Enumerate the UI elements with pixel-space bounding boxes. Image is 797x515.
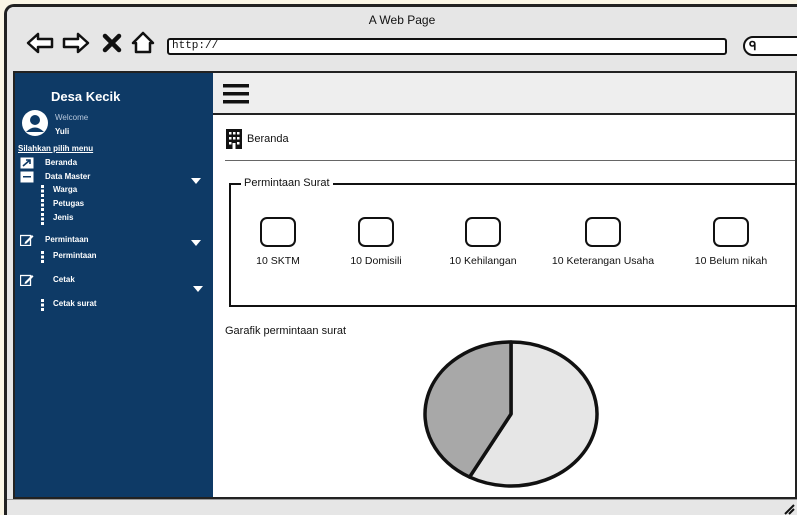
edit-icon — [19, 233, 34, 247]
username: Yuli — [55, 127, 70, 136]
sidebar-item-petugas[interactable]: Petugas — [53, 199, 84, 208]
dots-icon — [41, 250, 45, 263]
panel-title: Permintaan Surat — [241, 177, 333, 189]
sidebar-item-warga[interactable]: Warga — [53, 185, 77, 194]
stat-label: 10 Belum nikah — [694, 255, 768, 267]
search-field[interactable]: ᑫ — [743, 36, 797, 56]
stat-icon — [713, 217, 749, 247]
stat-card-keterangan-usaha[interactable]: 10 Keterangan Usaha — [535, 217, 671, 267]
resize-handle-icon[interactable] — [783, 501, 795, 515]
chevron-down-icon[interactable] — [190, 234, 202, 246]
stat-icon — [358, 217, 394, 247]
welcome-text: Welcome — [55, 113, 89, 122]
sidebar-item-cetak-group[interactable]: Cetak — [53, 275, 75, 284]
forward-icon[interactable] — [61, 29, 91, 57]
sidebar-item-beranda[interactable]: Beranda — [45, 158, 77, 167]
back-icon[interactable] — [25, 29, 55, 57]
building-icon — [225, 129, 243, 149]
home-icon[interactable] — [129, 29, 157, 57]
avatar-icon — [20, 108, 50, 138]
browser-statusbar — [7, 499, 797, 515]
chevron-down-icon[interactable] — [192, 280, 204, 292]
search-icon: ᑫ — [749, 39, 757, 53]
brand-name: Desa Kecik — [51, 89, 121, 104]
sidebar-item-cetak-surat[interactable]: Cetak surat — [53, 299, 97, 308]
browser-window: A Web Page http:// ᑫ Desa Kecik Welcome … — [4, 4, 797, 515]
sidebar: Desa Kecik Welcome Yuli Silahkan pilih m… — [15, 73, 213, 497]
stat-icon — [260, 217, 296, 247]
sidebar-item-permintaan-group[interactable]: Permintaan — [45, 235, 89, 244]
dots-icon — [41, 212, 45, 225]
menu-heading[interactable]: Silahkan pilih menu — [18, 144, 93, 153]
hamburger-menu-icon[interactable] — [223, 83, 249, 105]
permintaan-surat-panel: Permintaan Surat 10 SKTM 10 Domisili 10 … — [229, 177, 797, 307]
close-icon[interactable] — [101, 29, 123, 57]
stat-label: 10 Domisili — [350, 255, 402, 267]
stat-icon — [465, 217, 501, 247]
breadcrumb-label[interactable]: Beranda — [247, 133, 289, 145]
sidebar-item-permintaan[interactable]: Permintaan — [53, 251, 97, 260]
main-content: Beranda Permintaan Surat 10 SKTM 10 Domi… — [213, 73, 797, 497]
stat-icon — [585, 217, 621, 247]
stat-label: 10 SKTM — [256, 255, 300, 267]
divider — [225, 160, 795, 161]
window-title: A Web Page — [368, 13, 436, 27]
chart-title: Garafik permintaan surat — [225, 325, 347, 337]
dots-icon — [41, 198, 45, 211]
arrow-icon — [20, 156, 34, 169]
top-navbar — [213, 73, 795, 115]
stat-card-belum-nikah[interactable]: 10 Belum nikah — [681, 217, 781, 267]
dots-icon — [41, 298, 45, 311]
stat-card-kehilangan[interactable]: 10 Kehilangan — [435, 217, 531, 267]
stat-card-sktm[interactable]: 10 SKTM — [239, 217, 317, 267]
page-viewport: Desa Kecik Welcome Yuli Silahkan pilih m… — [13, 71, 797, 499]
stat-card-domisili[interactable]: 10 Domisili — [337, 217, 415, 267]
stat-label: 10 Keterangan Usaha — [551, 255, 655, 267]
sidebar-item-data-master[interactable]: Data Master — [45, 172, 90, 181]
chevron-down-icon[interactable] — [190, 172, 202, 184]
dots-icon — [41, 184, 45, 197]
folder-icon — [20, 170, 34, 183]
address-url: http:// — [172, 40, 219, 52]
sidebar-item-jenis[interactable]: Jenis — [53, 213, 73, 222]
pie-chart — [423, 340, 599, 488]
address-bar[interactable]: http:// — [167, 38, 727, 55]
browser-titlebar: A Web Page http:// ᑫ — [7, 7, 797, 71]
edit-icon — [19, 273, 34, 287]
stat-label: 10 Kehilangan — [449, 255, 517, 267]
